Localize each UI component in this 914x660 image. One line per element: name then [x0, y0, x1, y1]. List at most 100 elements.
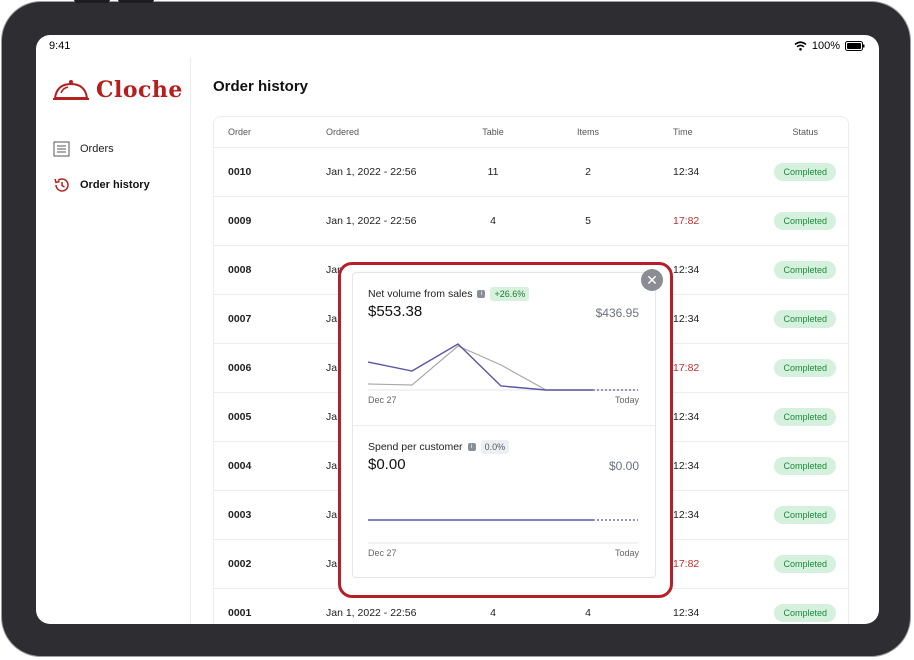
order-time: 17:82	[673, 215, 700, 227]
history-icon	[54, 178, 69, 192]
close-icon: ✕	[646, 272, 658, 288]
order-number: 0006	[228, 362, 252, 374]
brand-name: Cloche	[96, 77, 183, 103]
start-label: Dec 27	[368, 548, 397, 558]
table-header: Order Ordered Table Items Time Status	[214, 117, 848, 148]
start-label: Dec 27	[368, 395, 397, 405]
metric-compare-value: $0.00	[608, 459, 639, 473]
page-title: Order history	[213, 78, 309, 95]
status-bar: 9:41 100%	[36, 35, 879, 57]
info-icon[interactable]: i	[477, 290, 486, 298]
metric-title-text: Net volume from sales	[368, 288, 473, 300]
volume-button	[118, 0, 154, 3]
order-time: 12:34	[673, 607, 700, 619]
column-header: Status	[792, 127, 818, 137]
ordered-date: Ja	[326, 460, 338, 472]
status-cell: Completed	[774, 506, 836, 524]
ordered-date: Ja	[326, 558, 338, 570]
status-right: 100%	[794, 40, 865, 52]
status-cell: Completed	[774, 212, 836, 230]
order-number: 0010	[228, 166, 252, 178]
sidebar-item-label: Orders	[80, 143, 114, 155]
order-number: 0002	[228, 558, 252, 570]
order-time: 12:34	[673, 460, 700, 472]
status-cell: Completed	[774, 359, 836, 377]
info-icon[interactable]: i	[467, 443, 476, 451]
ordered-date: Ja	[326, 313, 338, 325]
status-badge: Completed	[774, 359, 836, 377]
volume-button	[74, 0, 110, 3]
status-badge: Completed	[774, 408, 836, 426]
order-number: 0007	[228, 313, 252, 325]
metric-title: Net volume from sales i +26.6%	[368, 287, 530, 301]
metric-title-text: Spend per customer	[368, 441, 463, 453]
end-label: Today	[614, 548, 639, 558]
status-cell: Completed	[774, 163, 836, 181]
order-time: 12:34	[673, 166, 700, 178]
column-header: Ordered	[326, 127, 360, 137]
status-badge: Completed	[774, 604, 836, 622]
status-cell: Completed	[774, 604, 836, 622]
change-badge: 0.0%	[480, 440, 510, 454]
sidebar-item-label: Order history	[80, 179, 150, 191]
status-badge: Completed	[774, 212, 836, 230]
change-badge: +26.6%	[490, 287, 530, 301]
table-row[interactable]: 0010 Jan 1, 2022 - 22:56 11 2 12:34 Completed	[214, 148, 848, 197]
order-number: 0008	[228, 264, 252, 276]
status-badge: Completed	[774, 555, 836, 573]
ordered-date: Ja	[326, 509, 338, 521]
order-number: 0004	[228, 460, 252, 472]
sparkline-chart	[368, 519, 638, 544]
status-badge: Completed	[774, 163, 836, 181]
status-cell: Completed	[774, 555, 836, 573]
order-number: 0003	[228, 509, 252, 521]
battery-icon	[845, 41, 865, 51]
metric-value: $553.38	[368, 303, 423, 320]
logo: Cloche	[52, 77, 183, 103]
status-badge: Completed	[774, 457, 836, 475]
ordered-date: Jan 1, 2022 - 22:56	[326, 215, 417, 227]
previous-period-line	[368, 345, 593, 391]
order-time: 12:34	[673, 411, 700, 423]
metric-compare-value: $436.95	[595, 306, 639, 320]
sidebar: Cloche Orders Order history	[36, 57, 191, 624]
end-label: Today	[614, 395, 639, 405]
status-cell: Completed	[774, 261, 836, 279]
column-header: Order	[228, 127, 252, 137]
metrics-popup: Net volume from sales i +26.6% $553.38 $…	[352, 272, 656, 578]
order-number: 0005	[228, 411, 252, 423]
order-time: 12:34	[673, 264, 700, 276]
order-time: 12:34	[673, 509, 700, 521]
chart-axis-labels: Dec 27 Today	[368, 395, 639, 405]
metric-panel: Net volume from sales i +26.6% $553.38 $…	[353, 273, 655, 425]
sparkline-chart	[368, 343, 638, 391]
sidebar-item-order-history[interactable]: Order history	[53, 177, 150, 193]
metric-panel: Spend per customer i 0.0% $0.00 $0.00 De…	[353, 425, 655, 578]
status-badge: Completed	[774, 261, 836, 279]
metric-title: Spend per customer i 0.0%	[368, 440, 510, 454]
status-cell: Completed	[774, 457, 836, 475]
ordered-date: Ja	[326, 362, 338, 374]
ordered-date: Jan 1, 2022 - 22:56	[326, 166, 417, 178]
ordered-date: Ja	[326, 411, 338, 423]
metric-value: $0.00	[368, 456, 406, 473]
cloche-icon	[53, 80, 89, 100]
status-cell: Completed	[774, 310, 836, 328]
list-icon	[53, 141, 70, 157]
current-period-line	[368, 343, 593, 391]
battery-percentage: 100%	[811, 40, 840, 52]
ordered-date: Jan 1, 2022 - 22:56	[326, 607, 417, 619]
chart-axis-labels: Dec 27 Today	[368, 548, 639, 558]
order-number: 0009	[228, 215, 252, 227]
order-number: 0001	[228, 607, 252, 619]
status-time: 9:41	[49, 40, 71, 52]
order-time: 17:82	[673, 362, 700, 374]
order-time: 12:34	[673, 313, 700, 325]
wifi-icon	[794, 41, 807, 51]
status-cell: Completed	[774, 408, 836, 426]
column-header: Time	[673, 127, 693, 137]
table-row[interactable]: 0009 Jan 1, 2022 - 22:56 4 5 17:82 Completed	[214, 197, 848, 246]
sidebar-item-orders[interactable]: Orders	[53, 141, 114, 157]
close-button[interactable]: ✕	[641, 269, 663, 291]
status-badge: Completed	[774, 506, 836, 524]
